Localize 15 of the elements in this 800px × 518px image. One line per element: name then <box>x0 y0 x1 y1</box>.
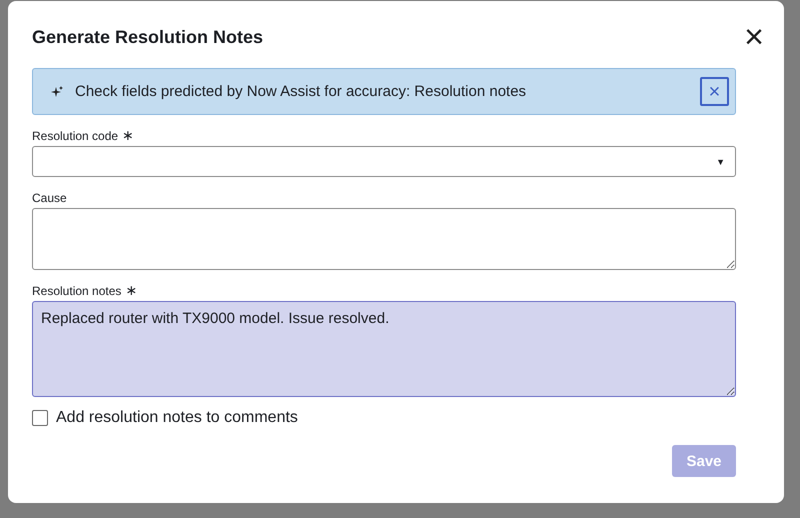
text-area[interactable] <box>32 208 736 270</box>
dismiss-button[interactable]: × <box>700 77 729 106</box>
dialog-title: Generate Resolution Notes <box>32 26 264 48</box>
required-mark: ∗ <box>125 284 138 298</box>
select-field[interactable]: ▼ <box>32 146 736 177</box>
sparkle-icon <box>51 86 63 98</box>
banner-message: Check fields predicted by Now Assist for accuracy: Resolution notes <box>75 83 528 100</box>
field-label: Resolution notes <box>32 284 122 298</box>
checkbox[interactable] <box>32 410 48 426</box>
field-label: Cause <box>32 191 67 205</box>
required-mark: ∗ <box>122 129 134 143</box>
caret-icon: ▼ <box>716 156 725 166</box>
text-area[interactable]: Replaced router with TX9000 model. Issue resolved. <box>32 301 736 397</box>
checkbox-label: Add resolution notes to comments <box>56 409 298 427</box>
field-label: Resolution code <box>32 129 118 143</box>
